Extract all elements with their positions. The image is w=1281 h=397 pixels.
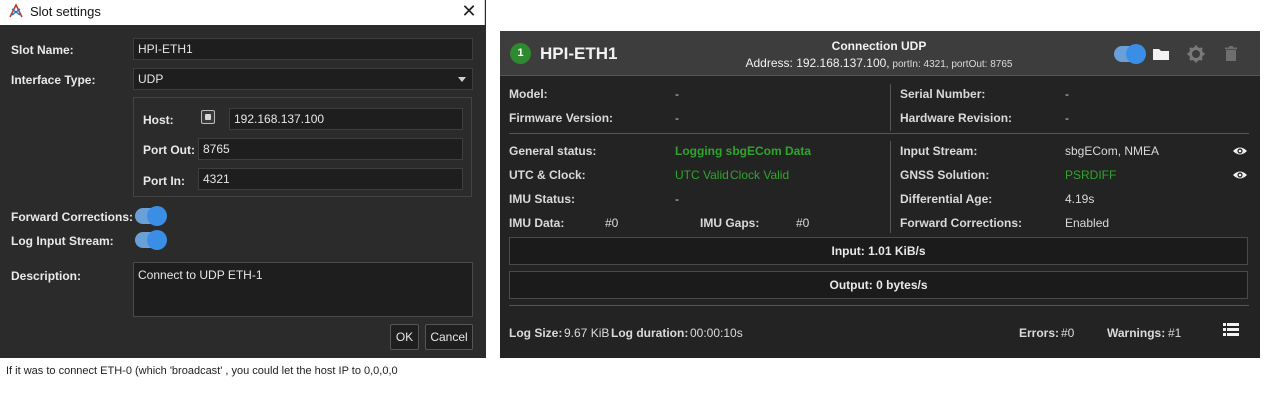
interface-type-select[interactable]: UDP: [133, 68, 473, 90]
serial-label: Serial Number:: [900, 87, 986, 101]
hardware-label: Hardware Revision:: [900, 111, 1013, 125]
dialog-title: Slot settings: [30, 4, 101, 19]
toggle-knob: [1126, 44, 1146, 64]
gnss-solution-label: GNSS Solution:: [900, 168, 990, 182]
imu-gaps-label: IMU Gaps:: [700, 216, 760, 230]
clock-valid-value: Clock Valid: [730, 168, 790, 182]
host-label: Host:: [143, 113, 174, 127]
log-input-stream-toggle[interactable]: [135, 230, 167, 250]
imu-gaps-value: #0: [796, 216, 810, 230]
host-input[interactable]: 192.168.137.100: [229, 108, 463, 130]
dialog-titlebar: Slot settings ✕: [0, 0, 485, 25]
eye-icon[interactable]: [1232, 169, 1248, 181]
column-divider: [890, 141, 891, 233]
serial-value: -: [1065, 87, 1069, 101]
description-label: Description:: [11, 269, 82, 283]
imu-status-value: -: [675, 192, 679, 206]
forward-corrections-label: Forward Corrections:: [11, 210, 134, 224]
general-status-label: General status:: [509, 144, 597, 158]
forward-corrections-toggle[interactable]: [135, 206, 167, 226]
port-in-label: Port In:: [143, 174, 185, 188]
chevron-down-icon: [458, 77, 466, 82]
footer-divider: [509, 305, 1249, 306]
imu-status-label: IMU Status:: [509, 192, 575, 206]
interface-type-value: UDP: [138, 72, 164, 86]
log-duration-value: 00:00:10s: [690, 326, 743, 340]
address-value: 192.168.137.100,: [796, 56, 890, 70]
differential-age-label: Differential Age:: [900, 192, 993, 206]
slot-name-label: Slot Name:: [11, 43, 74, 57]
port-out-label: Port Out:: [143, 143, 195, 157]
model-label: Model:: [509, 87, 548, 101]
input-stream-value: sbgECom, NMEA: [1065, 144, 1160, 158]
general-status-text: Logging sbgECom Data: [675, 144, 811, 158]
list-icon[interactable]: [1223, 323, 1239, 337]
ok-button[interactable]: OK: [390, 324, 419, 350]
note-text: If it was to connect ETH-0 (which 'broad…: [6, 365, 398, 377]
firmware-value: -: [675, 111, 679, 125]
firmware-label: Firmware Version:: [509, 111, 614, 125]
slot-status-panel: 1 HPI-ETH1 Connection UDP Address: 192.1…: [500, 31, 1260, 358]
gnss-solution-value: PSRDIFF: [1065, 168, 1117, 182]
ports-text: portIn: 4321, portOut: 8765: [889, 59, 1013, 70]
interface-type-label: Interface Type:: [11, 73, 96, 87]
folder-icon[interactable]: [1151, 44, 1171, 64]
forward-corrections-status-label: Forward Corrections:: [900, 216, 1023, 230]
cancel-button[interactable]: Cancel: [425, 324, 473, 350]
slot-name-input[interactable]: HPI-ETH1: [133, 38, 473, 60]
log-duration-label: Log duration:: [611, 326, 689, 340]
utc-clock-label: UTC & Clock:: [509, 168, 586, 182]
forward-corrections-status-value: Enabled: [1065, 216, 1110, 230]
general-status-value: Logging sbgECom Data: [675, 144, 811, 158]
model-value: -: [675, 87, 679, 101]
input-rate-bar: Input: 1.01 KiB/s: [509, 237, 1248, 265]
column-divider: [890, 84, 891, 131]
port-out-input[interactable]: 8765: [198, 138, 463, 160]
app-icon: [9, 3, 23, 18]
imu-data-value: #0: [605, 216, 619, 230]
utc-valid-value: UTC Valid: [675, 168, 729, 182]
warnings-label: Warnings:: [1107, 326, 1166, 340]
imu-data-label: IMU Data:: [509, 216, 565, 230]
panel-header: 1 HPI-ETH1 Connection UDP Address: 192.1…: [500, 31, 1260, 76]
warnings-value: #1: [1168, 326, 1182, 340]
output-rate-bar: Output: 0 bytes/s: [509, 271, 1248, 299]
host-checkbox[interactable]: [201, 110, 215, 124]
slot-settings-dialog: Slot settings ✕ Slot Name: HPI-ETH1 Inte…: [0, 0, 486, 358]
trash-icon[interactable]: [1221, 44, 1241, 64]
toggle-knob: [147, 230, 167, 250]
eye-icon[interactable]: [1232, 145, 1248, 157]
log-size-label: Log Size:: [509, 326, 563, 340]
gear-icon[interactable]: [1186, 44, 1206, 64]
toggle-knob: [147, 206, 167, 226]
errors-label: Errors:: [1019, 326, 1060, 340]
description-textarea[interactable]: Connect to UDP ETH-1: [133, 262, 473, 317]
log-input-stream-label: Log Input Stream:: [11, 234, 114, 248]
section-divider: [509, 133, 1249, 134]
slot-enable-toggle[interactable]: [1114, 44, 1146, 64]
log-size-value: 9.67 KiB: [564, 326, 610, 340]
close-icon[interactable]: ✕: [458, 1, 480, 21]
differential-age-value: 4.19s: [1065, 192, 1095, 206]
errors-value: #0: [1061, 326, 1075, 340]
address-prefix: Address:: [745, 56, 797, 70]
hardware-value: -: [1065, 111, 1069, 125]
port-in-input[interactable]: 4321: [198, 168, 463, 190]
input-stream-label: Input Stream:: [900, 144, 978, 158]
